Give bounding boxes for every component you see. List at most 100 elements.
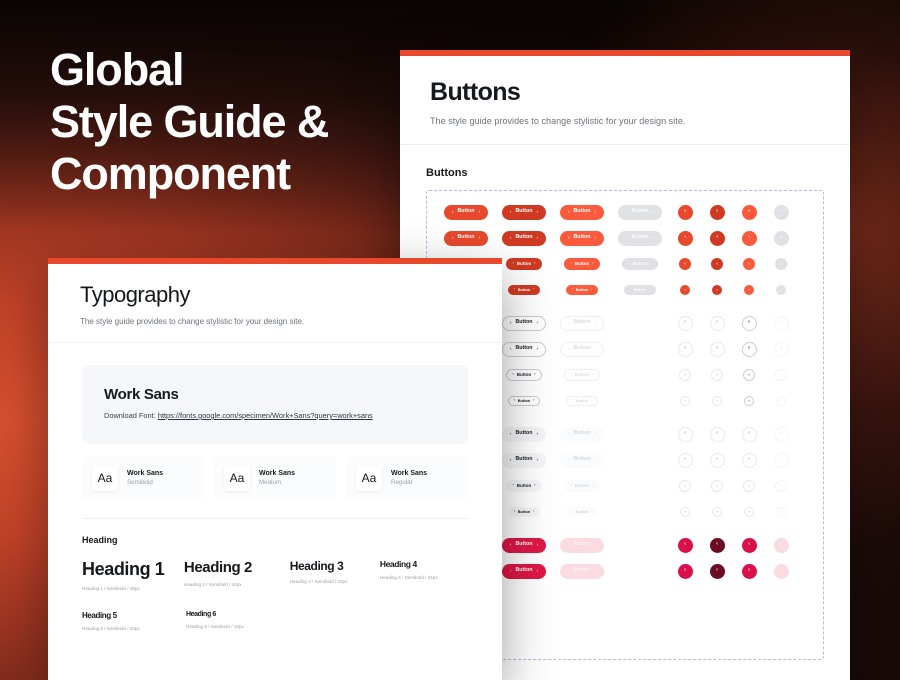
chevron-left-icon-button[interactable]: ‹ [710,205,725,220]
chevron-left-icon-button[interactable]: ‹ [774,231,789,246]
chevron-left-icon-button[interactable]: ‹ [710,342,725,357]
pill-button[interactable]: ‹Button› [560,231,604,246]
pill-button[interactable]: ‹Button› [560,342,604,357]
heading-specimen: Heading 4Heading 4 / Semibold / 24px [380,559,468,591]
chevron-left-icon-button[interactable]: ‹ [742,564,757,579]
chevron-left-icon-button[interactable]: ‹ [680,507,690,517]
chevron-left-icon-button[interactable]: ‹ [775,258,787,270]
chevron-left-icon-button[interactable]: ‹ [742,427,757,442]
pill-button[interactable]: ‹Button› [560,427,604,442]
pill-button[interactable]: ‹Button› [560,316,604,331]
pill-button[interactable]: ‹Button› [502,231,546,246]
font-weight-text: Work SansMedium [259,470,295,486]
icon-slot: ‹ [765,427,797,442]
chevron-left-icon-button[interactable]: ‹ [710,564,725,579]
pill-button[interactable]: ‹Button› [502,342,546,357]
chevron-left-icon-button[interactable]: ‹ [680,285,690,295]
pill-button[interactable]: ‹Button› [564,480,601,492]
pill-button[interactable]: ‹Button› [506,369,543,381]
pill-button[interactable]: ‹Button› [560,538,604,553]
chevron-left-icon-button[interactable]: ‹ [743,369,755,381]
chevron-left-icon-button[interactable]: ‹ [774,316,789,331]
pill-button[interactable]: ‹Button› [444,205,488,220]
chevron-left-icon-button[interactable]: ‹ [679,480,691,492]
pill-button[interactable]: ‹Button› [560,205,604,220]
chevron-left-icon-button[interactable]: ‹ [744,507,754,517]
chevron-left-icon-button[interactable]: ‹ [678,316,693,331]
pill-button[interactable]: ‹Button› [564,258,601,270]
pill-button[interactable]: ‹Button› [618,231,662,246]
chevron-left-icon-button[interactable]: ‹ [710,427,725,442]
pill-button[interactable]: ‹Button› [502,564,546,579]
pill-button[interactable]: ‹Button› [444,231,488,246]
chevron-left-icon-button[interactable]: ‹ [712,285,722,295]
chevron-left-icon-button[interactable]: ‹ [710,538,725,553]
pill-button[interactable]: ‹Button› [506,258,543,270]
chevron-left-icon-button[interactable]: ‹ [775,369,787,381]
pill-button[interactable]: ‹Button› [618,205,662,220]
pill-slot: ‹Button› [553,453,611,468]
pill-button[interactable]: ‹Button› [566,507,599,517]
pill-button[interactable]: ‹Button› [502,538,546,553]
pill-button[interactable]: ‹Button› [502,316,546,331]
pill-button[interactable]: ‹Button› [624,285,657,295]
chevron-left-icon-button[interactable]: ‹ [774,564,789,579]
pill-button[interactable]: ‹Button› [560,564,604,579]
icon-slot: ‹ [733,231,765,246]
chevron-left-icon-button[interactable]: ‹ [743,480,755,492]
chevron-left-icon-button[interactable]: ‹ [711,480,723,492]
chevron-left-icon-button[interactable]: ‹ [678,427,693,442]
chevron-left-icon-button[interactable]: ‹ [678,342,693,357]
chevron-left-icon-button[interactable]: ‹ [678,205,693,220]
chevron-left-icon-button[interactable]: ‹ [774,453,789,468]
chevron-left-icon-button[interactable]: ‹ [712,396,722,406]
chevron-left-icon-button[interactable]: ‹ [774,427,789,442]
pill-button[interactable]: ‹Button› [506,480,543,492]
chevron-left-icon-button[interactable]: ‹ [711,258,723,270]
chevron-left-icon-button[interactable]: ‹ [679,369,691,381]
chevron-left-icon-button[interactable]: ‹ [743,258,755,270]
chevron-left-icon-button[interactable]: ‹ [742,538,757,553]
typography-card-header: Typography The style guide provides to c… [48,264,502,343]
chevron-left-icon-button[interactable]: ‹ [710,453,725,468]
pill-button[interactable]: ‹Button› [508,285,541,295]
pill-button[interactable]: ‹Button› [564,369,601,381]
chevron-left-icon-button[interactable]: ‹ [775,480,787,492]
pill-button[interactable]: ‹Button› [508,396,541,406]
chevron-left-icon-button[interactable]: ‹ [678,564,693,579]
chevron-left-icon-button[interactable]: ‹ [774,538,789,553]
chevron-left-icon-button[interactable]: ‹ [774,342,789,357]
pill-button[interactable]: ‹Button› [560,453,604,468]
chevron-left-icon-button[interactable]: ‹ [742,205,757,220]
pill-button[interactable]: ‹Button› [566,285,599,295]
chevron-left-icon-button[interactable]: ‹ [742,342,757,357]
chevron-left-icon-button[interactable]: ‹ [742,453,757,468]
chevron-left-icon-button[interactable]: ‹ [776,285,786,295]
chevron-left-icon-button[interactable]: ‹ [680,396,690,406]
chevron-left-icon-button[interactable]: ‹ [678,538,693,553]
chevron-left-icon-button[interactable]: ‹ [776,507,786,517]
icon-slot: ‹ [701,538,733,553]
chevron-left-icon-button[interactable]: ‹ [710,316,725,331]
chevron-left-icon-button[interactable]: ‹ [744,396,754,406]
chevron-left-icon-button[interactable]: ‹ [710,231,725,246]
chevron-left-icon-button[interactable]: ‹ [711,369,723,381]
chevron-left-icon-button[interactable]: ‹ [744,285,754,295]
chevron-left-icon-button[interactable]: ‹ [742,231,757,246]
chevron-left-icon-button[interactable]: ‹ [712,507,722,517]
pill-button[interactable]: ‹Button› [566,396,599,406]
chevron-left-icon-button[interactable]: ‹ [742,316,757,331]
pill-button[interactable]: ‹Button› [502,205,546,220]
chevron-left-icon-button[interactable]: ‹ [678,231,693,246]
chevron-left-icon-button[interactable]: ‹ [678,453,693,468]
pill-button[interactable]: ‹Button› [502,427,546,442]
chevron-left-icon-button[interactable]: ‹ [774,205,789,220]
pill-button[interactable]: ‹Button› [508,507,541,517]
font-download-link[interactable]: https://fonts.google.com/specimen/Work+S… [158,411,373,420]
pill-slot: ‹Button› [437,205,495,220]
chevron-left-icon-button[interactable]: ‹ [679,258,691,270]
font-weight-family: Work Sans [391,470,427,477]
pill-button[interactable]: ‹Button› [502,453,546,468]
chevron-left-icon-button[interactable]: ‹ [776,396,786,406]
pill-button[interactable]: ‹Button› [622,258,659,270]
